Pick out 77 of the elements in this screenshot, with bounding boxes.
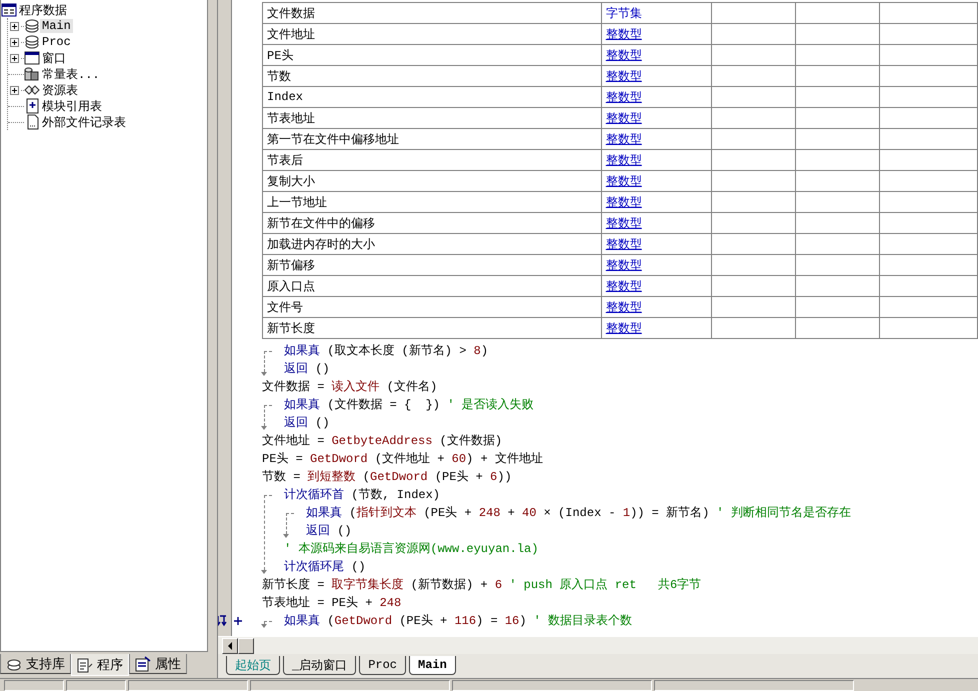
properties-icon [135,656,151,672]
variable-name-cell: 节表地址 [262,108,602,128]
window-icon [24,50,40,66]
tree-item[interactable]: 窗口 [40,50,68,66]
code-line: 返回 () [306,523,353,540]
variable-name-cell: 第一节在文件中偏移地址 [262,128,602,150]
tree-item[interactable]: 模块引用表 [40,98,104,114]
variable-name-cell: PE头 [262,44,602,66]
tree-item[interactable]: Proc [40,35,73,49]
code-line: 计次循环尾 () [284,559,367,576]
code-line: 计次循环首 (节数, Index) [284,487,442,504]
flow-bracket [264,405,272,430]
variable-name-cell: 加载进内存时的大小 [262,234,602,254]
variable-type-link[interactable]: 整数型 [601,276,712,296]
code-line: 节数 = 到短整数 (GetDword (PE头 + 6)) [262,469,513,486]
variable-name-cell: Index [262,86,602,108]
variable-name-cell: 新节在文件中的偏移 [262,212,602,234]
code-line: 如果真 (指针到文本 (PE头 + 248 + 40 × (Index - 1)) = 新节名) ' 判断相同节名是否存在 [306,505,851,522]
variable-type-link[interactable]: 整数型 [601,212,712,234]
variable-type-link[interactable]: 整数型 [601,44,712,66]
variable-type-link[interactable]: 字节集 [601,2,712,24]
flow-bracket [264,351,272,376]
variable-type-link[interactable]: 整数型 [601,128,712,150]
variable-name-cell: 文件地址 [262,24,602,44]
stacked-disks-icon [24,34,40,50]
document-pencil-icon [77,656,93,672]
code-line: 返回 () [284,415,331,432]
variable-name-cell: 文件数据 [262,2,602,24]
variable-type-link[interactable]: 整数型 [601,234,712,254]
variable-name-cell: 节表后 [262,150,602,170]
document-plus-icon [24,98,40,114]
variable-type-link[interactable]: 整数型 [601,150,712,170]
code-line: 如果真 (GetDword (PE头 + 116) = 16) ' 数据目录表个数 [284,613,632,630]
variable-name-cell: 新节偏移 [262,254,602,276]
tree-item[interactable]: 外部文件记录表 [40,114,128,130]
flow-bracket [264,621,272,628]
panel-tab[interactable]: 支持库 [0,654,71,674]
scroll-thumb[interactable] [238,638,254,654]
variable-type-link[interactable]: 整数型 [601,24,712,44]
variable-name-cell: 原入口点 [262,276,602,296]
editor-tab[interactable]: Main [409,656,456,675]
variable-type-link[interactable]: 整数型 [601,170,712,192]
variable-type-link[interactable]: 整数型 [601,318,712,338]
editor-tab[interactable]: 起始页 [226,656,280,675]
tree-item[interactable]: 资源表 [40,82,80,98]
variable-name-cell: 复制大小 [262,170,602,192]
editor-tab[interactable]: Proc [359,656,406,675]
code-line: 返回 () [284,361,331,378]
code-line: 文件地址 = GetbyteAddress (文件数据) [262,433,504,450]
stacked-disks-icon [24,18,40,34]
tree-item[interactable]: 常量表... [40,66,102,82]
tree-item[interactable]: Main [40,19,73,33]
left-arrow-icon [227,642,233,650]
variable-name-cell: 文件号 [262,296,602,318]
variable-type-link[interactable]: 整数型 [601,66,712,86]
variable-name-cell: 上一节地址 [262,192,602,212]
tree-root-label[interactable]: 程序数据 [17,2,69,18]
code-line: 节表地址 = PE头 + 248 [262,595,402,612]
panel-tab[interactable]: 程序 [71,654,129,676]
variable-type-link[interactable]: 整数型 [601,108,712,128]
code-line: 如果真 (文件数据 = { }) ' 是否读入失败 [284,397,534,414]
variable-type-link[interactable]: 整数型 [601,86,712,108]
code-line: 新节长度 = 取字节集长度 (新节数据) + 6 ' push 原入口点 ret 共6字节 [262,576,702,594]
code-line: 文件数据 = 读入文件 (文件名) [262,379,438,396]
editor-tab[interactable]: _启动窗口 [283,656,356,675]
flow-bracket [286,513,294,538]
variable-type-link[interactable]: 整数型 [601,254,712,276]
code-line: 如果真 (取文本长度 (新节名) > 8) [284,343,488,360]
expand-icon[interactable] [10,86,19,94]
scroll-left-button[interactable] [222,638,238,654]
variable-name-cell: 新节长度 [262,318,602,338]
variable-type-link[interactable]: 整数型 [601,296,712,318]
variable-type-link[interactable]: 整数型 [601,192,712,212]
code-line: ' 本源码来自易语言资源网(www.eyuyan.la) [284,541,540,558]
code-line: PE头 = GetDword (文件地址 + 60) + 文件地址 [262,451,544,468]
variable-name-cell: 节数 [262,66,602,86]
panel-tab[interactable]: 属性 [129,654,187,674]
